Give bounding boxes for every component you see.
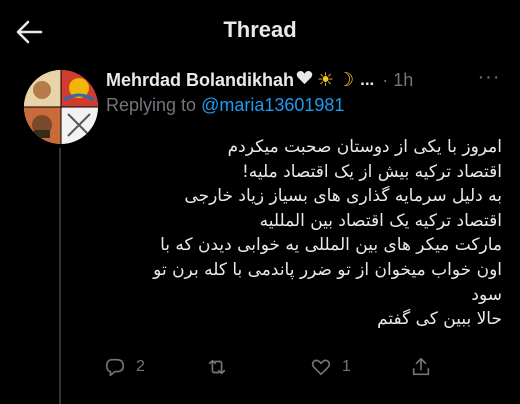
tweet-line: اقتصاد ترکیه بیش از یک اقتصاد ملیه! [241, 161, 502, 182]
tweet-line: امروز با یکی از دوستان صحبت میکردم [227, 137, 502, 157]
replying-to-handle[interactable]: @maria13601981 [201, 95, 344, 115]
share-icon [412, 357, 430, 376]
moon-emoji-icon: ☽ [337, 69, 355, 91]
tweet-timestamp[interactable]: · 1h [382, 70, 413, 91]
replying-to: Replying to @maria13601981 [106, 95, 344, 116]
thread-header: Thread [0, 0, 520, 62]
name-truncation: ... [360, 70, 375, 89]
retweet-icon [208, 359, 226, 375]
tweet-line: اقتصاد ترکیه یک اقتصاد بین المللیه [259, 210, 502, 231]
tweet-line: مارکت میکر های بین المللی یه خوابی دیدن … [160, 235, 502, 256]
like-button[interactable]: 1 [310, 354, 351, 380]
reply-button[interactable]: 2 [104, 354, 145, 380]
tweet-line: حالا ببین کی گفتم [377, 309, 502, 330]
reply-icon [105, 358, 125, 377]
tweet-body: امروز با یکی از دوستان صحبت میکردم اقتصا… [110, 135, 502, 332]
retweet-button[interactable] [206, 354, 238, 380]
tweet-line: اون خواب میخوان از تو ضرر پاندمی با کله … [153, 259, 502, 280]
page-title: Thread [223, 17, 297, 42]
avatar[interactable] [24, 70, 98, 144]
thread-connector-line [59, 148, 61, 404]
tweet-line: سود [471, 284, 502, 305]
heart-emoji-icon [296, 70, 313, 90]
tweet-author-row: Mehrdad Bolandikhah ☀ ☽ ... · 1h [106, 68, 506, 92]
replying-to-label: Replying to [106, 95, 202, 115]
author-name[interactable]: Mehrdad Bolandikhah [106, 70, 294, 91]
share-button[interactable] [410, 354, 432, 380]
heart-icon [311, 359, 331, 376]
tweet-actions: 2 1 [104, 354, 430, 380]
reply-count: 2 [136, 358, 145, 375]
like-count: 1 [342, 358, 351, 375]
more-options-icon[interactable]: ··· [474, 66, 504, 90]
sun-emoji-icon: ☀ [317, 69, 335, 91]
tweet-line: به دلیل سرمایه گذاری های بسیاز زیاد خارج… [184, 186, 502, 207]
